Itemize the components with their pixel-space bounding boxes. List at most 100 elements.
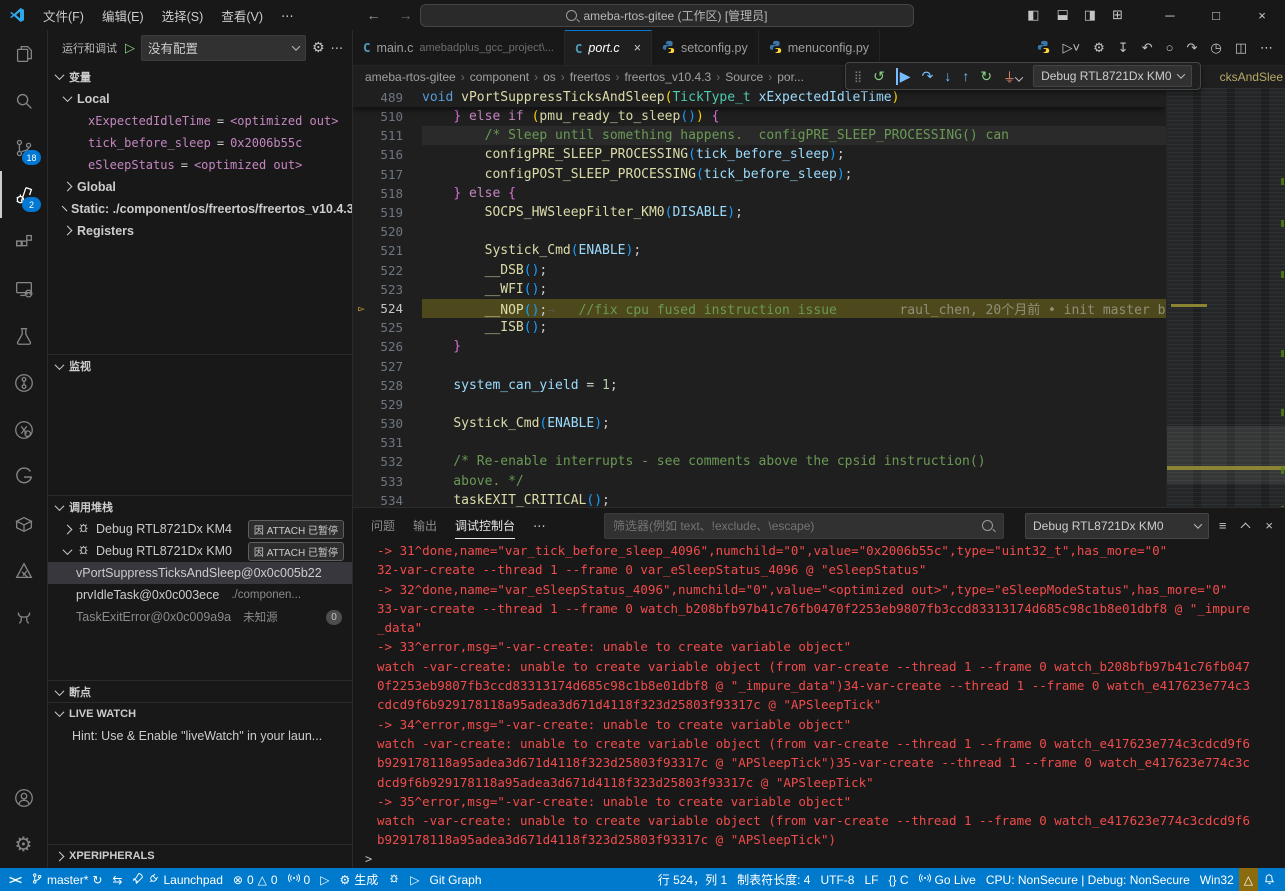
code-line[interactable]: 525 __ISB(); (353, 318, 1166, 337)
status-cpu-debug-mode[interactable]: CPU: NonSecure | Debug: NonSecure (981, 868, 1195, 891)
maximize-button[interactable]: □ (1193, 0, 1239, 30)
panel-more-icon[interactable]: ⋯ (533, 518, 547, 533)
status-remote-indicator[interactable]: >< (4, 868, 26, 891)
start-debug-icon[interactable]: ▷ (125, 40, 135, 56)
status-run-task[interactable]: ▷ (405, 868, 424, 891)
code-line[interactable]: 529 (353, 395, 1166, 414)
git-graph-icon[interactable] (0, 359, 47, 406)
drag-handle-icon[interactable]: ⣿ (854, 70, 862, 83)
minimap[interactable] (1166, 88, 1285, 507)
variables-group[interactable]: Registers (48, 220, 352, 242)
tab-menuconfig.py[interactable]: menuconfig.py (759, 30, 880, 65)
nav-back-icon[interactable]: ← (366, 7, 380, 23)
breadcrumb-item[interactable]: os (543, 70, 556, 84)
variable-row[interactable]: tick_before_sleep = 0x2006b55c (48, 132, 352, 154)
live-watch-header[interactable]: LIVE WATCH (48, 703, 352, 725)
explorer-icon[interactable] (0, 30, 47, 77)
status-notifications[interactable] (1258, 868, 1281, 891)
code-line[interactable]: 510 } else if (pmu_ready_to_sleep()) { (353, 107, 1166, 126)
code-line[interactable]: 511 /* Sleep until something happens. co… (353, 126, 1166, 145)
code-line[interactable]: 519 SOCPS_HWSleepFilter_KM0(DISABLE); (353, 203, 1166, 222)
status-platform[interactable]: Win32 (1195, 868, 1239, 891)
menu-item-3[interactable]: 查看(V) (212, 6, 272, 25)
menu-item-2[interactable]: 选择(S) (153, 6, 213, 25)
step-back-icon[interactable]: ↶ (1142, 40, 1153, 56)
code-line[interactable]: 518 } else { (353, 184, 1166, 203)
extensions-icon[interactable] (0, 218, 47, 265)
code-line[interactable]: 527 (353, 356, 1166, 375)
panel-tab-输出[interactable]: 输出 (413, 513, 437, 539)
peripherals-icon[interactable] (0, 594, 47, 641)
sticky-line[interactable]: 489void vPortSuppressTicksAndSleep(TickT… (353, 88, 1166, 107)
package-explorer-icon[interactable] (0, 500, 47, 547)
breadcrumb-item[interactable]: por... (777, 70, 804, 84)
code-area[interactable]: 489void vPortSuppressTicksAndSleep(TickT… (353, 88, 1166, 507)
nav-forward-icon[interactable]: → (398, 7, 412, 23)
breadcrumb-item[interactable]: component (470, 70, 529, 84)
status-git-branch[interactable]: master*↻ (26, 868, 107, 891)
status-encoding[interactable]: UTF-8 (815, 868, 859, 891)
code-line[interactable]: 517 configPOST_SLEEP_PROCESSING(tick_bef… (353, 165, 1166, 184)
stack-frame[interactable]: TaskExitError@0x0c009a9a未知源0 (48, 606, 352, 628)
breadcrumb-item[interactable]: freertos (570, 70, 611, 84)
split-editor-icon[interactable]: ◫ (1235, 40, 1247, 56)
breadcrumb-item[interactable]: Source (725, 70, 763, 84)
variables-group[interactable]: Static: ./component/os/freertos/freertos… (48, 198, 352, 220)
gitee-icon[interactable] (0, 453, 47, 500)
panel-tab-问题[interactable]: 问题 (371, 513, 395, 539)
variables-group[interactable]: Global (48, 176, 352, 198)
source-control-icon[interactable]: 18 (0, 124, 47, 171)
menu-item-0[interactable]: 文件(F) (34, 6, 93, 25)
console-filter[interactable] (604, 513, 1004, 539)
toggle-sidebar-icon[interactable]: ◧ (1027, 7, 1039, 23)
code-editor[interactable]: 489void vPortSuppressTicksAndSleep(TickT… (353, 88, 1285, 507)
watch-header[interactable]: 监视 (48, 355, 352, 377)
status-go-live[interactable]: Go Live (914, 868, 981, 891)
status-launchpad[interactable]: Launchpad (127, 868, 227, 891)
code-line[interactable]: 534 taskEXIT_CRITICAL(); (353, 491, 1166, 507)
git-annotate-icon[interactable] (0, 406, 47, 453)
debug-settings-gear-icon[interactable]: ⚙ (312, 39, 325, 56)
step-out-icon[interactable]: ↑ (962, 68, 969, 84)
variable-row[interactable]: eSleepStatus = <optimized out> (48, 154, 352, 176)
debug-session-dropdown[interactable]: Debug RTL8721Dx KM0 (1033, 65, 1192, 87)
stack-frame[interactable]: vPortSuppressTicksAndSleep@0x0c005b22 (48, 562, 352, 584)
continue-icon[interactable]: ▶ (896, 68, 911, 85)
toggle-secondary-sidebar-icon[interactable]: ◨ (1084, 7, 1096, 23)
step-into-icon[interactable]: ↓ (944, 68, 951, 84)
panel-tab-调试控制台[interactable]: 调试控制台 (455, 513, 515, 539)
more-actions-icon[interactable]: ⋯ (331, 40, 345, 55)
code-line[interactable]: ▻524 __NOP();→ //fix cpu fused instructi… (353, 299, 1166, 318)
status-eol[interactable]: LF (859, 868, 883, 891)
status-ports[interactable]: 0 (283, 868, 316, 891)
embedded-tools-icon[interactable] (0, 547, 47, 594)
close-panel-icon[interactable]: × (1265, 518, 1273, 533)
sticky-scroll-line[interactable]: 489void vPortSuppressTicksAndSleep(TickT… (353, 88, 1166, 107)
timeline-icon[interactable]: ◷ (1210, 40, 1221, 56)
remote-explorer-icon[interactable] (0, 265, 47, 312)
code-line[interactable]: 533 above. */ (353, 472, 1166, 491)
settings-gear-icon[interactable]: ⚙ (0, 821, 47, 868)
xperipherals-header[interactable]: XPERIPHERALS (48, 845, 352, 867)
code-line[interactable]: 530 Systick_Cmd(ENABLE); (353, 414, 1166, 433)
breakpoints-header[interactable]: 断点 (48, 681, 352, 702)
call-stack-header[interactable]: 调用堆栈 (48, 496, 352, 518)
status-bug[interactable] (383, 868, 405, 891)
step-over-icon[interactable]: ↷ (922, 68, 934, 85)
code-line[interactable]: 531 (353, 433, 1166, 452)
variables-group[interactable]: Local (48, 88, 352, 110)
status-git-compare[interactable]: ⇆ (107, 868, 127, 891)
python-logo-icon[interactable] (1037, 40, 1050, 56)
run-python-icon[interactable]: ▷˅ (1063, 40, 1081, 56)
status-language-mode[interactable]: {} C (883, 868, 913, 891)
call-stack-session[interactable]: Debug RTL8721Dx KM4因 ATTACH 已暂停 (48, 518, 352, 540)
call-stack-session[interactable]: Debug RTL8721Dx KM0因 ATTACH 已暂停 (48, 540, 352, 562)
debug-config-dropdown[interactable]: 没有配置 (141, 35, 306, 61)
tab-port.c[interactable]: Cport.c× (565, 30, 652, 65)
breadcrumb[interactable]: ameba-rtos-gitee›component›os›freertos›f… (353, 66, 1285, 88)
status-git-graph[interactable]: Git Graph (424, 868, 486, 891)
customize-layout-icon[interactable]: ⊞ (1112, 7, 1123, 23)
minimap-slider[interactable] (1167, 426, 1285, 484)
python-settings-gear-icon[interactable]: ⚙ (1093, 40, 1105, 56)
minimize-button[interactable]: ─ (1147, 0, 1193, 30)
